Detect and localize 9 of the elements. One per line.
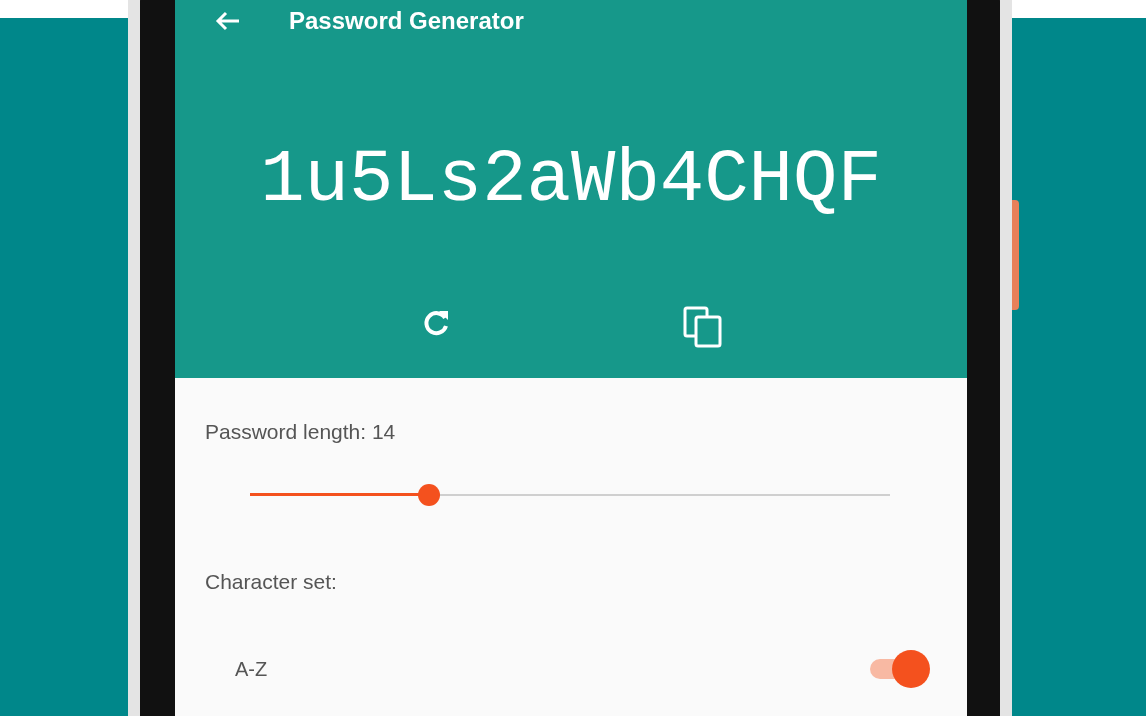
option-label: A-Z [235,657,268,682]
character-set-label: Character set: [205,568,338,595]
generated-password: 1u5Ls2aWb4CHQF [260,140,882,220]
length-slider[interactable] [250,483,890,506]
back-arrow-icon[interactable] [215,10,241,32]
copy-icon[interactable] [683,306,723,348]
toggle-switch[interactable] [868,650,930,688]
screen-title: Password Generator [289,6,524,36]
length-label: Password length: 14 [205,419,397,445]
